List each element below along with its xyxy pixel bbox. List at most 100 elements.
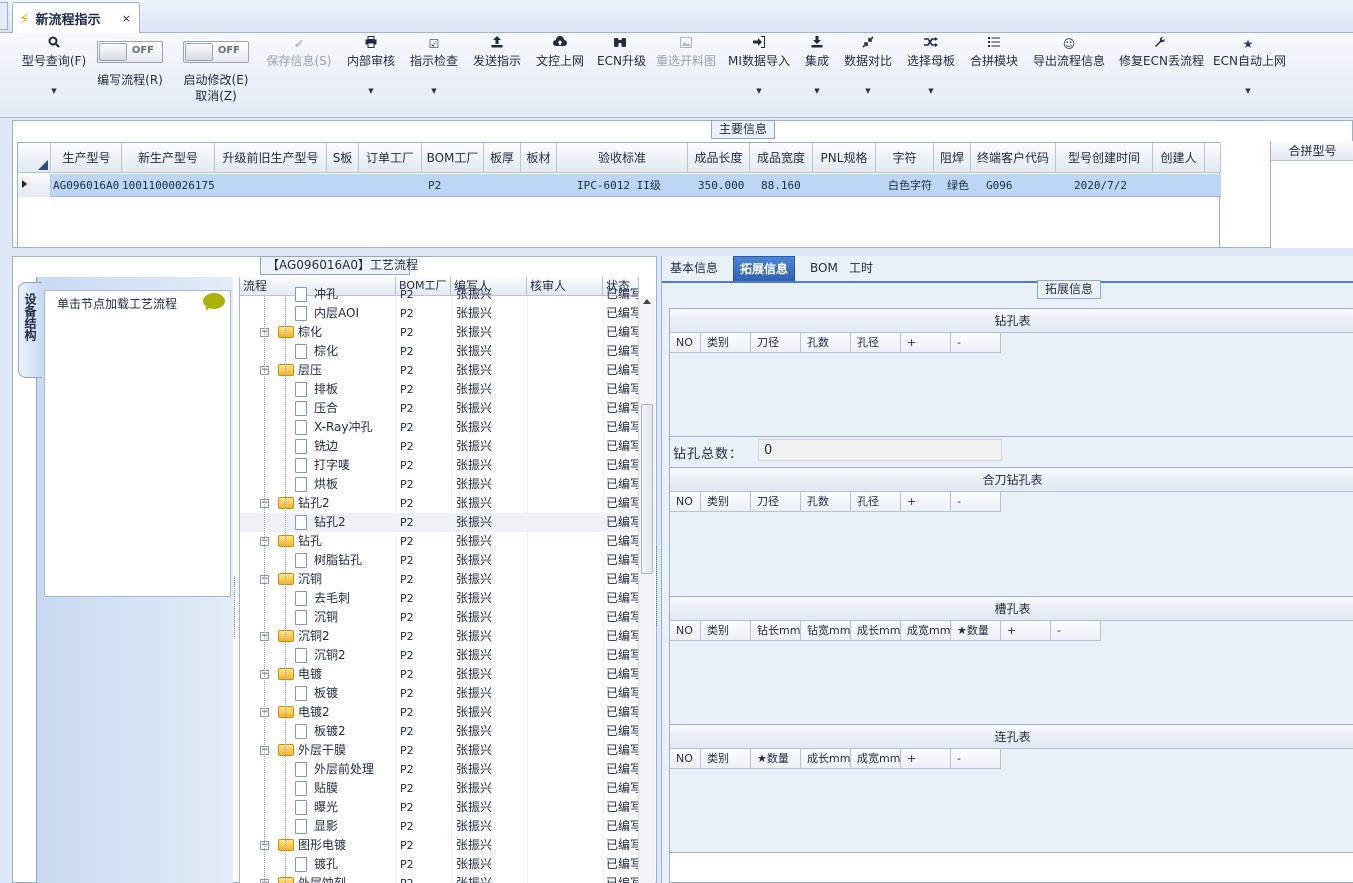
merge-module-button[interactable]: 合拼模块 bbox=[969, 33, 1019, 118]
drill-total-value[interactable]: 0 bbox=[758, 439, 1002, 461]
grid-col-header[interactable]: 板厚 bbox=[484, 143, 521, 173]
tab-scroll-left[interactable] bbox=[0, 2, 8, 30]
cell-created[interactable]: 2020/7/2 bbox=[1074, 175, 1154, 197]
tree-row[interactable]: 去毛刺 P2 张振兴 已编写 bbox=[240, 589, 640, 608]
col-drill-0[interactable]: NO bbox=[670, 333, 701, 353]
col-slot-8[interactable]: - bbox=[1051, 621, 1101, 641]
dropdown-arrow[interactable]: ▼ bbox=[18, 87, 90, 95]
col-chain-6[interactable]: - bbox=[951, 749, 1001, 769]
col-slot-5[interactable]: 成宽mm bbox=[901, 621, 951, 641]
cell-customer[interactable]: G096 bbox=[986, 175, 1046, 197]
tree-row[interactable]: −外层蚀刻P2张振兴已编写 bbox=[240, 874, 640, 883]
tab-bom[interactable]: BOM bbox=[804, 256, 844, 282]
col-merge_drill-3[interactable]: 孔数 bbox=[801, 492, 851, 512]
grid-col-header[interactable]: 生产型号 bbox=[52, 143, 122, 173]
grid-col-header[interactable]: BOM工厂 bbox=[422, 143, 484, 173]
grid-col-header[interactable]: 创建人 bbox=[1153, 143, 1205, 173]
grid-col-header[interactable]: 字符 bbox=[876, 143, 934, 173]
tree-row[interactable]: −电镀P2张振兴已编写 bbox=[240, 665, 640, 684]
toggle-switch[interactable]: OFF bbox=[183, 41, 249, 63]
mi-data-import-button[interactable]: MI数据导入 ▼ bbox=[728, 33, 790, 118]
grid-col-header[interactable]: 板材 bbox=[521, 143, 557, 173]
tree-row[interactable]: −棕化P2张振兴已编写 bbox=[240, 323, 640, 342]
col-chain-1[interactable]: 类别 bbox=[701, 749, 751, 769]
grid-col-header[interactable]: 型号创建时间 bbox=[1056, 143, 1153, 173]
col-slot-2[interactable]: 钻长mm bbox=[751, 621, 801, 641]
tree-row[interactable]: 外层前处理 P2 张振兴 已编写 bbox=[240, 760, 640, 779]
data-compare-button[interactable]: 数据对比 ▼ bbox=[843, 33, 893, 118]
splitter-handle[interactable] bbox=[234, 577, 238, 637]
tree-row[interactable]: 显影 P2 张振兴 已编写 bbox=[240, 817, 640, 836]
col-merge_drill-0[interactable]: NO bbox=[670, 492, 701, 512]
dropdown-arrow[interactable]: ▼ bbox=[906, 87, 956, 95]
ecn-auto-online-button[interactable]: ★ ECN自动上网 ▼ bbox=[1213, 33, 1286, 118]
grid-col-header[interactable]: 订单工厂 bbox=[359, 143, 422, 173]
tree-row[interactable]: 内层AOI P2 张振兴 已编写 bbox=[240, 304, 640, 323]
col-merge_drill-4[interactable]: 孔径 bbox=[851, 492, 901, 512]
col-merge_drill-1[interactable]: 类别 bbox=[701, 492, 751, 512]
col-chain-2[interactable]: ★数量 bbox=[751, 749, 801, 769]
tree-scrollbar[interactable] bbox=[638, 296, 655, 883]
grid-col-header[interactable]: 终端客户代码 bbox=[971, 143, 1056, 173]
cell-prod-model[interactable]: AG096016A0 bbox=[53, 175, 121, 197]
col-drill-3[interactable]: 孔数 bbox=[801, 333, 851, 353]
tree-row[interactable]: 沉铜2 P2 张振兴 已编写 bbox=[240, 646, 640, 665]
instruction-check-button[interactable]: ☑ 指示检查 ▼ bbox=[409, 33, 459, 118]
col-drill-1[interactable]: 类别 bbox=[701, 333, 751, 353]
dropdown-arrow[interactable]: ▼ bbox=[843, 87, 893, 95]
splitter-handle[interactable] bbox=[656, 546, 660, 626]
grid-col-header[interactable]: 成品长度 bbox=[688, 143, 750, 173]
dropdown-arrow[interactable]: ▼ bbox=[346, 87, 396, 95]
close-icon[interactable]: × bbox=[122, 12, 131, 25]
start-modify-toggle[interactable]: OFF 启动修改(E) 取消(Z) bbox=[180, 33, 252, 118]
tree-row[interactable]: −外层干膜P2张振兴已编写 bbox=[240, 741, 640, 760]
tab-work-hours[interactable]: 工时 bbox=[843, 256, 879, 282]
grid-col-header[interactable]: 阻焊 bbox=[934, 143, 971, 173]
tree-row[interactable]: 镀孔 P2 张振兴 已编写 bbox=[240, 855, 640, 874]
grid-col-header[interactable]: 验收标准 bbox=[557, 143, 688, 173]
grid-col-header[interactable]: PNL规格 bbox=[813, 143, 876, 173]
tree-row[interactable]: 钻孔2 P2 张振兴 已编写 bbox=[240, 513, 640, 532]
integrate-button[interactable]: 集成 ▼ bbox=[802, 33, 832, 118]
grid-col-header[interactable]: 新生产型号 bbox=[122, 143, 215, 173]
select-mother-board-button[interactable]: 选择母板 ▼ bbox=[906, 33, 956, 118]
col-drill-4[interactable]: 孔径 bbox=[851, 333, 901, 353]
col-drill-6[interactable]: - bbox=[951, 333, 1001, 353]
col-chain-0[interactable]: NO bbox=[670, 749, 701, 769]
write-flow-toggle[interactable]: OFF 编写流程(R) bbox=[94, 33, 166, 118]
cell-width[interactable]: 88.160 bbox=[761, 175, 821, 197]
col-slot-6[interactable]: ★数量 bbox=[951, 621, 1001, 641]
dropdown-arrow[interactable]: ▼ bbox=[1213, 87, 1283, 95]
tab-basic-info[interactable]: 基本信息 bbox=[664, 256, 724, 282]
tree-row[interactable]: 排板 P2 张振兴 已编写 bbox=[240, 380, 640, 399]
fix-ecn-lost-flow-button[interactable]: 修复ECN丢流程 bbox=[1119, 33, 1204, 118]
tree-row[interactable]: −钻孔2P2张振兴已编写 bbox=[240, 494, 640, 513]
col-merge_drill-2[interactable]: 刀径 bbox=[751, 492, 801, 512]
tree-row[interactable]: −沉铜P2张振兴已编写 bbox=[240, 570, 640, 589]
grid-col-header[interactable]: 升级前旧生产型号 bbox=[215, 143, 327, 173]
col-slot-0[interactable]: NO bbox=[670, 621, 701, 641]
tree-row[interactable]: 烘板 P2 张振兴 已编写 bbox=[240, 475, 640, 494]
tree-row[interactable]: 棕化 P2 张振兴 已编写 bbox=[240, 342, 640, 361]
tree-row[interactable]: 打字唛 P2 张振兴 已编写 bbox=[240, 456, 640, 475]
tree-row[interactable]: 曝光 P2 张振兴 已编写 bbox=[240, 798, 640, 817]
tree-row[interactable]: X-Ray冲孔 P2 张振兴 已编写 bbox=[240, 418, 640, 437]
cell-legend[interactable]: 白色字符 bbox=[888, 175, 948, 197]
col-slot-7[interactable]: + bbox=[1001, 621, 1051, 641]
tree-row[interactable]: 贴膜 P2 张振兴 已编写 bbox=[240, 779, 640, 798]
col-merge_drill-6[interactable]: - bbox=[951, 492, 1001, 512]
tab-equipment-structure[interactable]: 设备结构 bbox=[18, 282, 42, 378]
ecn-upgrade-button[interactable]: ECN升级 bbox=[597, 33, 646, 118]
col-chain-4[interactable]: 成宽mm bbox=[851, 749, 901, 769]
tab-new-process[interactable]: ⚡ 新流程指示 × bbox=[12, 2, 140, 34]
internal-review-button[interactable]: 内部审核 ▼ bbox=[346, 33, 396, 118]
tree-row[interactable]: 沉铜 P2 张振兴 已编写 bbox=[240, 608, 640, 627]
col-drill-5[interactable]: + bbox=[901, 333, 951, 353]
cell-new-model[interactable]: 10011000026175 bbox=[122, 175, 217, 197]
tree-row[interactable]: 压合 P2 张振兴 已编写 bbox=[240, 399, 640, 418]
tree-row[interactable]: 冲孔 P2 张振兴 已编写 bbox=[240, 285, 640, 304]
col-drill-2[interactable]: 刀径 bbox=[751, 333, 801, 353]
dropdown-arrow[interactable]: ▼ bbox=[409, 87, 459, 95]
grid-col-header[interactable]: S板 bbox=[327, 143, 359, 173]
col-merge_drill-5[interactable]: + bbox=[901, 492, 951, 512]
